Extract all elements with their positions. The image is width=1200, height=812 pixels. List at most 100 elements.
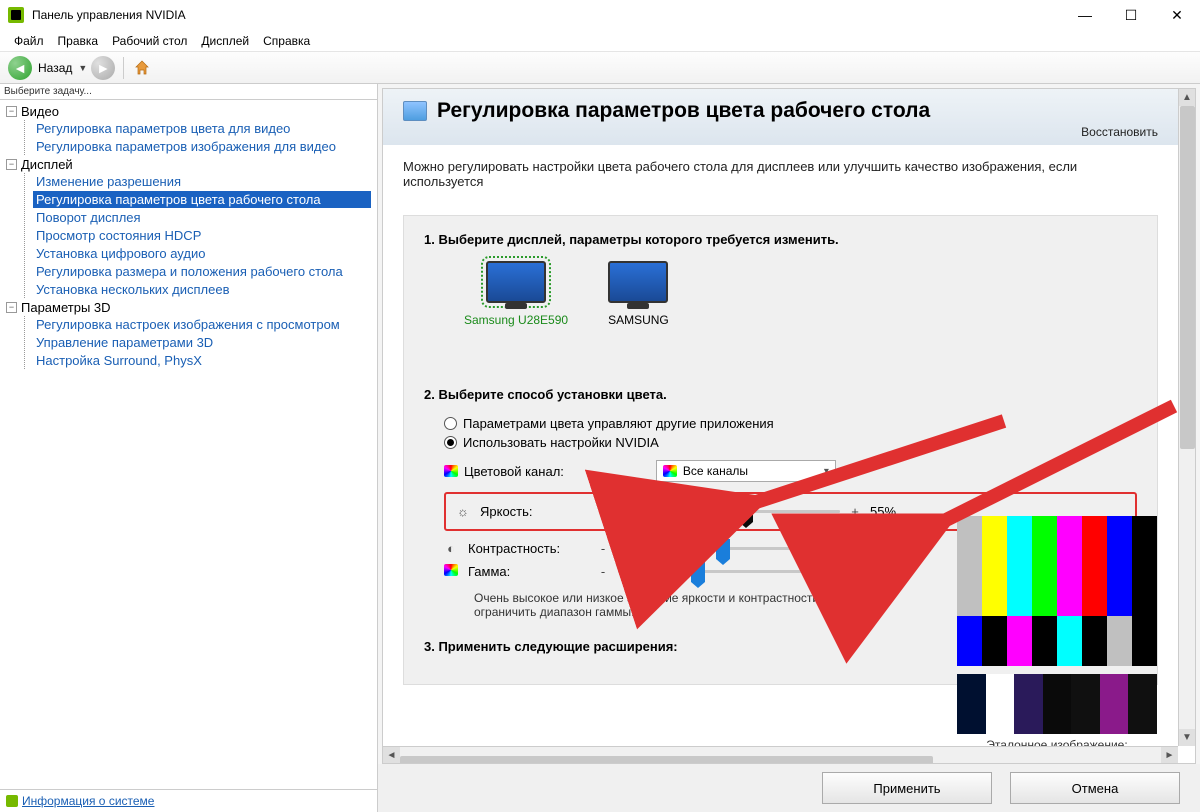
tree-item[interactable]: Регулировка параметров изображения для в…: [33, 138, 371, 155]
contrast-icon: ◐: [444, 541, 458, 556]
radio-label: Параметрами цвета управляют другие прило…: [463, 416, 774, 431]
tree-item[interactable]: Регулировка параметров цвета для видео: [33, 120, 371, 137]
apply-button[interactable]: Применить: [822, 772, 992, 804]
color-channel-icon: [663, 465, 677, 477]
tree-cat-video[interactable]: − Видео: [6, 104, 371, 119]
display-option-1[interactable]: Samsung U28E590: [464, 261, 568, 327]
titlebar: Панель управления NVIDIA — ☐ ✕: [0, 0, 1200, 30]
brightness-icon: ☼: [456, 504, 470, 519]
gamma-value: 1.00: [858, 564, 908, 579]
forward-button[interactable]: ►: [91, 56, 115, 80]
channel-value: Все каналы: [683, 464, 748, 478]
plus-icon: +: [838, 541, 848, 556]
cancel-button[interactable]: Отмена: [1010, 772, 1180, 804]
menu-file[interactable]: Файл: [8, 32, 50, 50]
menu-desktop[interactable]: Рабочий стол: [106, 32, 193, 50]
contrast-label: Контрастность:: [468, 541, 588, 556]
monitor-icon: [486, 261, 546, 303]
maximize-button[interactable]: ☐: [1108, 0, 1154, 30]
tree-cat-label: Видео: [21, 104, 59, 119]
tree-item[interactable]: Настройка Surround, PhysX: [33, 352, 371, 369]
tree-item[interactable]: Регулировка настроек изображения с просм…: [33, 316, 371, 333]
tree-item[interactable]: Установка цифрового аудио: [33, 245, 371, 262]
channel-select[interactable]: Все каналы: [656, 460, 836, 482]
toolbar: ◄ Назад ▼ ►: [0, 52, 1200, 84]
minimize-button[interactable]: —: [1062, 0, 1108, 30]
monitor-icon: [608, 261, 668, 303]
system-info-link[interactable]: Информация о системе: [0, 789, 377, 812]
minus-icon: -: [598, 541, 608, 556]
restore-link[interactable]: Восстановить: [403, 125, 1158, 139]
channel-label: Цветовой канал:: [464, 464, 564, 479]
plus-icon: +: [850, 504, 860, 519]
menubar: Файл Правка Рабочий стол Дисплей Справка: [0, 30, 1200, 52]
home-button[interactable]: [132, 58, 152, 78]
tree-cat-display[interactable]: − Дисплей: [6, 157, 371, 172]
app-icon: [8, 7, 24, 23]
page-description: Можно регулировать настройки цвета рабоч…: [383, 145, 1178, 203]
tree-item[interactable]: Управление параметрами 3D: [33, 334, 371, 351]
scroll-thumb[interactable]: [400, 756, 933, 764]
brightness-slider[interactable]: [630, 510, 840, 513]
brightness-value: 55%: [870, 504, 920, 519]
sysinfo-label[interactable]: Информация о системе: [22, 794, 154, 808]
page-title-row: Регулировка параметров цвета рабочего ст…: [403, 99, 1158, 123]
tree-item[interactable]: Регулировка размера и положения рабочего…: [33, 263, 371, 280]
back-dropdown-icon[interactable]: ▼: [78, 63, 87, 73]
display-option-2[interactable]: SAMSUNG: [608, 261, 669, 327]
slider-thumb[interactable]: [716, 539, 730, 559]
collapse-icon[interactable]: −: [6, 106, 17, 117]
step2-title: 2. Выберите способ установки цвета.: [424, 387, 1137, 402]
radio-nvidia[interactable]: Использовать настройки NVIDIA: [444, 435, 1137, 450]
scroll-right-icon[interactable]: ►: [1161, 747, 1178, 764]
scroll-down-icon[interactable]: ▼: [1179, 729, 1195, 746]
contrast-value: 50%: [858, 541, 908, 556]
radio-icon: [444, 417, 457, 430]
minus-icon: -: [598, 564, 608, 579]
sidebar-header: Выберите задачу...: [0, 84, 377, 100]
back-button[interactable]: ◄: [8, 56, 32, 80]
menu-help[interactable]: Справка: [257, 32, 316, 50]
tree-item[interactable]: Поворот дисплея: [33, 209, 371, 226]
tree-item[interactable]: Просмотр состояния HDCP: [33, 227, 371, 244]
color-channel-icon: [444, 465, 458, 477]
close-button[interactable]: ✕: [1154, 0, 1200, 30]
sidebar: Выберите задачу... − Видео Регулировка п…: [0, 84, 378, 812]
gamma-label: Гамма:: [468, 564, 588, 579]
main-pane: Регулировка параметров цвета рабочего ст…: [378, 84, 1200, 812]
scroll-left-icon[interactable]: ◄: [383, 747, 400, 764]
scroll-thumb[interactable]: [1180, 106, 1195, 449]
slider-thumb[interactable]: [691, 562, 705, 582]
contrast-slider[interactable]: [618, 547, 828, 550]
slider-note: Очень высокое или низкое значение яркост…: [474, 591, 894, 619]
settings-panel: 1. Выберите дисплей, параметры которого …: [403, 215, 1158, 685]
page-header: Регулировка параметров цвета рабочего ст…: [383, 89, 1178, 145]
page-header-icon: [403, 101, 427, 121]
window-title: Панель управления NVIDIA: [32, 8, 1062, 22]
scroll-up-icon[interactable]: ▲: [1179, 89, 1195, 106]
radio-other-apps[interactable]: Параметрами цвета управляют другие прило…: [444, 416, 1137, 431]
collapse-icon[interactable]: −: [6, 302, 17, 313]
slider-thumb[interactable]: [739, 502, 753, 522]
display-name: Samsung U28E590: [464, 313, 568, 327]
gamma-slider[interactable]: [618, 570, 828, 573]
horizontal-scrollbar[interactable]: ◄ ►: [383, 746, 1178, 763]
task-tree: − Видео Регулировка параметров цвета для…: [0, 100, 377, 789]
vertical-scrollbar[interactable]: ▲ ▼: [1178, 89, 1195, 746]
radio-label: Использовать настройки NVIDIA: [463, 435, 659, 450]
menu-display[interactable]: Дисплей: [195, 32, 255, 50]
collapse-icon[interactable]: −: [6, 159, 17, 170]
page-title: Регулировка параметров цвета рабочего ст…: [437, 99, 930, 123]
minus-icon: -: [610, 504, 620, 519]
tree-cat-3d[interactable]: − Параметры 3D: [6, 300, 371, 315]
step1-title: 1. Выберите дисплей, параметры которого …: [424, 232, 1137, 247]
brightness-label: Яркость:: [480, 504, 600, 519]
tree-item[interactable]: Установка нескольких дисплеев: [33, 281, 371, 298]
tree-item[interactable]: Изменение разрешения: [33, 173, 371, 190]
gamma-icon: [444, 564, 458, 579]
menu-edit[interactable]: Правка: [52, 32, 105, 50]
tree-item-selected[interactable]: Регулировка параметров цвета рабочего ст…: [33, 191, 371, 208]
plus-icon: +: [838, 564, 848, 579]
display-name: SAMSUNG: [608, 313, 669, 327]
main-scroll-area: Регулировка параметров цвета рабочего ст…: [382, 88, 1196, 764]
